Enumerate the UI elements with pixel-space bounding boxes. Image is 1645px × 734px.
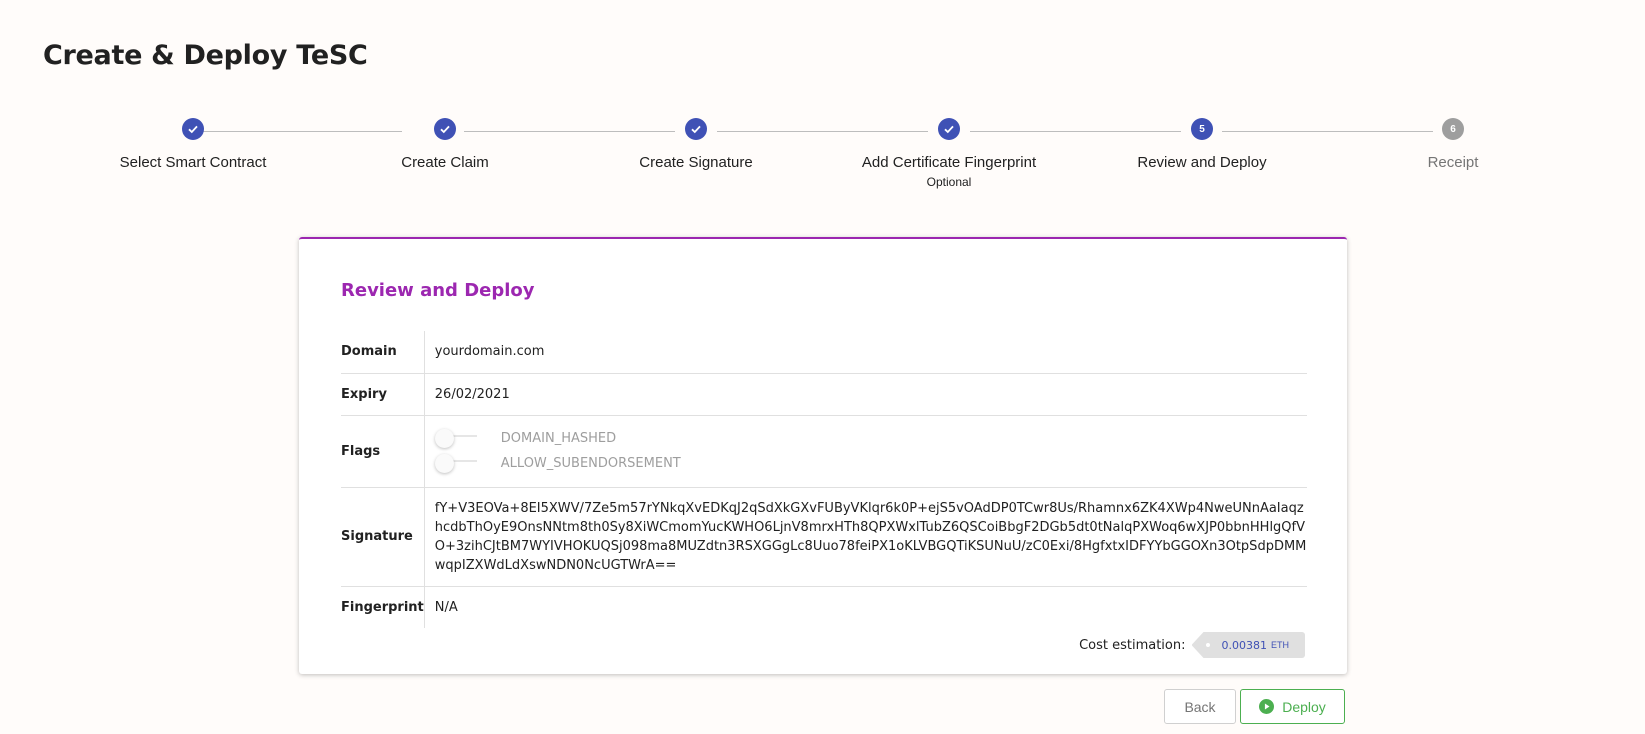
expiry-value: 26/02/2021 (434, 386, 510, 402)
flag-domain-hashed: DOMAIN_HASHED (434, 426, 1307, 451)
back-button[interactable]: Back (1164, 689, 1236, 724)
review-card: Review and Deploy Domain yourdomain.com … (299, 237, 1347, 674)
table-row: Flags DOMAIN_HASHED ALLOW_SUBENDORSEMENT (341, 415, 1307, 487)
fingerprint-label: Fingerprint (341, 586, 425, 628)
signature-label: Signature (341, 487, 425, 586)
cost-value: 0.00381 (1221, 638, 1268, 652)
step-review-and-deploy: 5 Review and Deploy (1077, 118, 1327, 171)
allow-subendorsement-toggle[interactable] (434, 453, 481, 474)
domain-value: yourdomain.com (434, 344, 545, 360)
step-label: Select Smart Contract (119, 154, 267, 171)
flags-value: DOMAIN_HASHED ALLOW_SUBENDORSEMENT (424, 415, 1307, 487)
flag-allow-subendorsement: ALLOW_SUBENDORSEMENT (434, 451, 1307, 476)
cost-label: Cost estimation: (1079, 637, 1186, 653)
step-number: 6 (1442, 118, 1464, 140)
cost-unit: ETH (1271, 640, 1289, 650)
step-optional-label: Optional (926, 175, 972, 189)
deploy-button[interactable]: Deploy (1240, 689, 1345, 724)
flag-label: ALLOW_SUBENDORSEMENT (500, 456, 681, 471)
step-label: Review and Deploy (1137, 154, 1267, 171)
domain-label: Domain (341, 331, 425, 373)
check-icon (685, 118, 707, 140)
flags-label: Flags (341, 415, 425, 487)
review-table: Domain yourdomain.com Expiry 26/02/2021 … (341, 331, 1307, 628)
page-title: Create & Deploy TeSC (43, 40, 368, 71)
step-label: Receipt (1427, 154, 1479, 171)
deploy-label: Deploy (1282, 698, 1326, 715)
signature-value: fY+V3EOVa+8EI5XWV/7Ze5m57rYNkqXvEDKqJ2qS… (434, 500, 1307, 573)
domain-hashed-toggle[interactable] (434, 428, 481, 449)
table-row: Signature fY+V3EOVa+8EI5XWV/7Ze5m57rYNkq… (341, 487, 1307, 586)
check-icon (434, 118, 456, 140)
step-receipt: 6 Receipt (1328, 118, 1578, 171)
check-icon (938, 118, 960, 140)
step-create-signature: Create Signature (571, 118, 821, 171)
table-row: Fingerprint N/A (341, 586, 1307, 628)
table-row: Expiry 26/02/2021 (341, 373, 1307, 415)
card-title: Review and Deploy (341, 280, 535, 301)
play-circle-icon (1259, 699, 1275, 714)
step-add-certificate-fingerprint: Add Certificate Fingerprint Optional (824, 118, 1074, 189)
step-label: Create Signature (639, 154, 753, 171)
step-number: 5 (1191, 118, 1213, 140)
check-icon (182, 118, 204, 140)
cost-tag: 0.00381 ETH (1191, 632, 1305, 658)
toggle-thumb (434, 428, 454, 448)
step-select-smart-contract: Select Smart Contract (68, 118, 318, 171)
toggle-thumb (434, 453, 454, 473)
cost-estimation: Cost estimation: 0.00381 ETH (1079, 632, 1305, 658)
table-row: Domain yourdomain.com (341, 331, 1307, 373)
step-label: Create Claim (401, 154, 489, 171)
fingerprint-value: N/A (434, 599, 458, 615)
expiry-label: Expiry (341, 373, 425, 415)
flag-label: DOMAIN_HASHED (500, 431, 617, 446)
step-label: Add Certificate Fingerprint (861, 154, 1037, 171)
tag-hole-icon (1205, 643, 1210, 647)
step-create-claim: Create Claim (320, 118, 570, 171)
stepper: Select Smart Contract Create Claim Creat… (0, 118, 1645, 198)
